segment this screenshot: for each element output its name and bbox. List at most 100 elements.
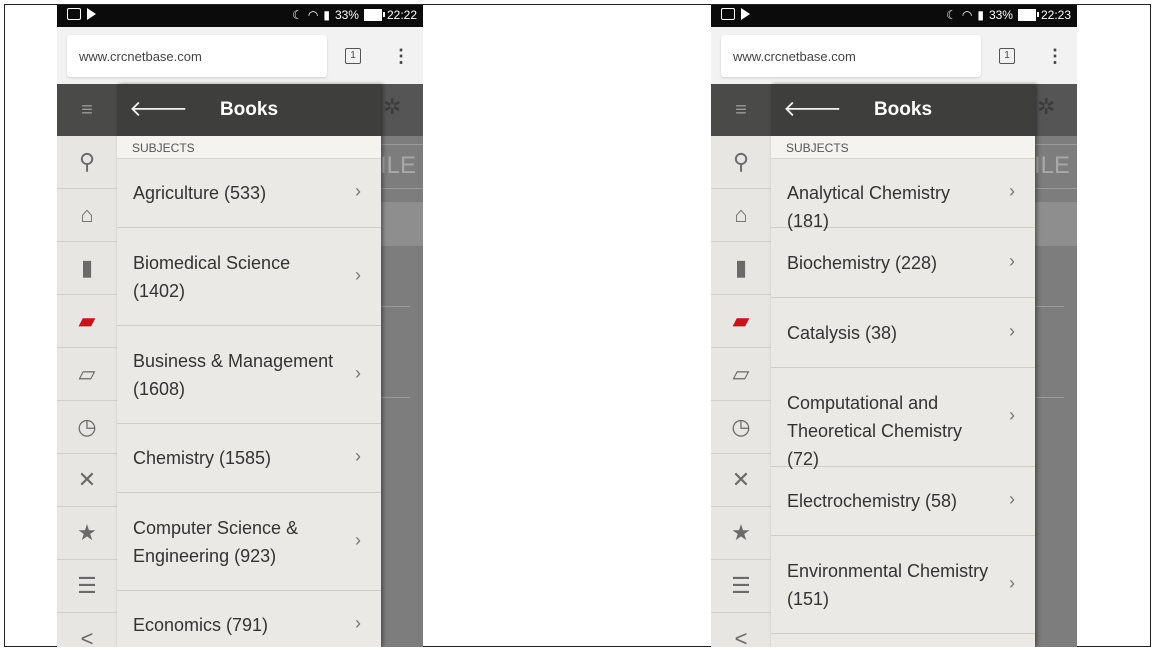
chevron-right-icon: › [355, 613, 361, 633]
subject-item[interactable]: Chemistry (1585) › [117, 424, 381, 493]
chevron-right-icon: › [1009, 250, 1015, 271]
url-text: www.crcnetbase.com [79, 49, 202, 64]
battery-percent: 33% [988, 8, 1013, 22]
background-band [377, 202, 423, 246]
subject-item[interactable]: Environmental Chemistry (151) › [771, 536, 1035, 634]
section-header: SUBJECTS [771, 136, 1035, 159]
signal-icon: ▮ [977, 8, 984, 22]
subject-label: Agriculture (533) [133, 183, 267, 203]
subject-item[interactable]: Biochemistry (228) › [771, 228, 1035, 298]
book-icon[interactable]: ▮ [57, 242, 117, 295]
gear-icon[interactable]: ✲ [1037, 94, 1055, 120]
gear-icon[interactable]: ✲ [383, 94, 401, 120]
chevron-right-icon: › [1009, 320, 1015, 341]
subject-item[interactable]: Computer Science & Engineering (923) › [117, 493, 381, 591]
phone-icon: ☾ [292, 8, 303, 22]
open-book-icon[interactable]: ▰ [57, 295, 117, 348]
phone-screenshot-right: ☾ ◠ ▮ 33% 22:23 www.crcnetbase.com 1 ⋮ ✲… [711, 5, 1077, 647]
subject-item[interactable]: Business & Management (1608) › [117, 326, 381, 424]
signal-icon: ▮ [323, 8, 330, 22]
phone-screenshot-left: ☾ ◠ ▮ 33% 22:22 www.crcnetbase.com 1 ⋮ ✲… [57, 5, 423, 647]
subject-list: Analytical Chemistry (181) › Biochemistry … [771, 159, 1035, 634]
profile-icon[interactable]: ☰ [57, 560, 117, 613]
subject-label: Chemistry (1585) [133, 448, 272, 468]
clock: 22:22 [386, 8, 417, 22]
section-header: SUBJECTS [117, 136, 381, 159]
background-book-card [1033, 306, 1064, 398]
subject-item[interactable]: Catalysis (38) › [771, 298, 1035, 368]
subject-label: Analytical Chemistry (181) [787, 183, 951, 231]
ribbon-icon[interactable]: ✕ [57, 454, 117, 507]
overflow-menu-button[interactable]: ⋮ [1045, 46, 1065, 68]
url-field[interactable]: www.crcnetbase.com [67, 35, 327, 77]
timer-icon[interactable]: ◷ [57, 401, 117, 454]
chevron-right-icon: › [1009, 572, 1015, 593]
subject-item[interactable]: Agriculture (533) › [117, 159, 381, 228]
background-banner-text: ILE [375, 144, 423, 189]
chevron-right-icon: › [1009, 489, 1015, 509]
subject-label: Computer Science & Engineering (923) [133, 517, 299, 566]
search-icon[interactable]: ⚲ [57, 136, 117, 189]
icon-rail: ≡ ⚲ ⌂ ▮ ▰ ▱ ◷ ✕ ★ ☰ < [711, 84, 772, 647]
books-drawer: 🡐 Books SUBJECTS Analytical Chemistry (1… [771, 84, 1035, 647]
status-bar: ☾ ◠ ▮ 33% 22:23 [711, 5, 1077, 27]
tab-switcher-button[interactable]: 1 [999, 48, 1015, 64]
reading-list-icon[interactable]: ▱ [711, 348, 771, 401]
subject-item[interactable]: Electrochemistry (58) › [771, 467, 1035, 536]
battery-percent: 33% [334, 8, 359, 22]
battery-icon [363, 9, 385, 21]
menu-icon[interactable]: ≡ [711, 84, 771, 136]
open-book-icon[interactable]: ▰ [711, 295, 771, 348]
drawer-header: 🡐 Books [771, 84, 1035, 136]
subject-item[interactable]: Analytical Chemistry (181) › [771, 159, 1035, 231]
home-icon[interactable]: ⌂ [57, 189, 117, 242]
phone-icon: ☾ [946, 8, 957, 22]
icon-rail: ≡ ⚲ ⌂ ▮ ▰ ▱ ◷ ✕ ★ ☰ < [57, 84, 118, 647]
wifi-icon: ◠ [961, 8, 973, 22]
gallery-notification-icon [721, 8, 735, 20]
star-icon[interactable]: ★ [711, 507, 771, 560]
subject-label: Catalysis (38) [787, 322, 898, 343]
background-banner-text: ILE [1029, 144, 1077, 189]
background-book-card [379, 306, 410, 398]
book-icon[interactable]: ▮ [711, 242, 771, 295]
url-text: www.crcnetbase.com [733, 49, 856, 64]
play-notification-icon [87, 8, 96, 20]
star-icon[interactable]: ★ [57, 507, 117, 560]
search-icon[interactable]: ⚲ [711, 136, 771, 189]
subject-label: Electrochemistry (58) [787, 491, 958, 511]
subject-label: Environmental Chemistry (151) [787, 560, 989, 609]
home-icon[interactable]: ⌂ [711, 189, 771, 242]
profile-icon[interactable]: ☰ [711, 560, 771, 613]
overflow-menu-button[interactable]: ⋮ [391, 46, 411, 68]
chevron-right-icon: › [355, 529, 361, 550]
wifi-icon: ◠ [307, 8, 319, 22]
reading-list-icon[interactable]: ▱ [57, 348, 117, 401]
chevron-right-icon: › [355, 264, 361, 285]
subject-label: Business & Management (1608) [133, 350, 334, 399]
subject-label: Biomedical Science (1402) [133, 252, 291, 301]
browser-toolbar: www.crcnetbase.com 1 ⋮ [57, 27, 423, 84]
timer-icon[interactable]: ◷ [711, 401, 771, 454]
url-field[interactable]: www.crcnetbase.com [721, 35, 981, 77]
browser-toolbar: www.crcnetbase.com 1 ⋮ [711, 27, 1077, 84]
subject-item[interactable]: Computational and Theoretical Chemistry … [771, 368, 1035, 469]
chevron-right-icon: › [355, 181, 361, 201]
subject-label: Economics (791) [133, 615, 269, 635]
menu-icon[interactable]: ≡ [57, 84, 117, 136]
chevron-right-icon: › [1009, 181, 1015, 201]
chevron-right-icon: › [1009, 405, 1015, 425]
tab-switcher-button[interactable]: 1 [345, 48, 361, 64]
drawer-title: Books [873, 99, 933, 120]
share-icon[interactable]: < [711, 613, 771, 647]
subject-item[interactable]: Biomedical Science (1402) › [117, 228, 381, 326]
battery-icon [1017, 9, 1039, 21]
ribbon-icon[interactable]: ✕ [711, 454, 771, 507]
chevron-right-icon: › [355, 446, 361, 466]
play-notification-icon [741, 8, 750, 20]
books-drawer: 🡐 Books SUBJECTS Agriculture (533) › Biome… [117, 84, 381, 647]
subject-item[interactable]: Economics (791) › [117, 591, 381, 647]
subject-list: Agriculture (533) › Biomedical Science (14… [117, 159, 381, 647]
share-icon[interactable]: < [57, 613, 117, 647]
background-band [1031, 202, 1077, 246]
